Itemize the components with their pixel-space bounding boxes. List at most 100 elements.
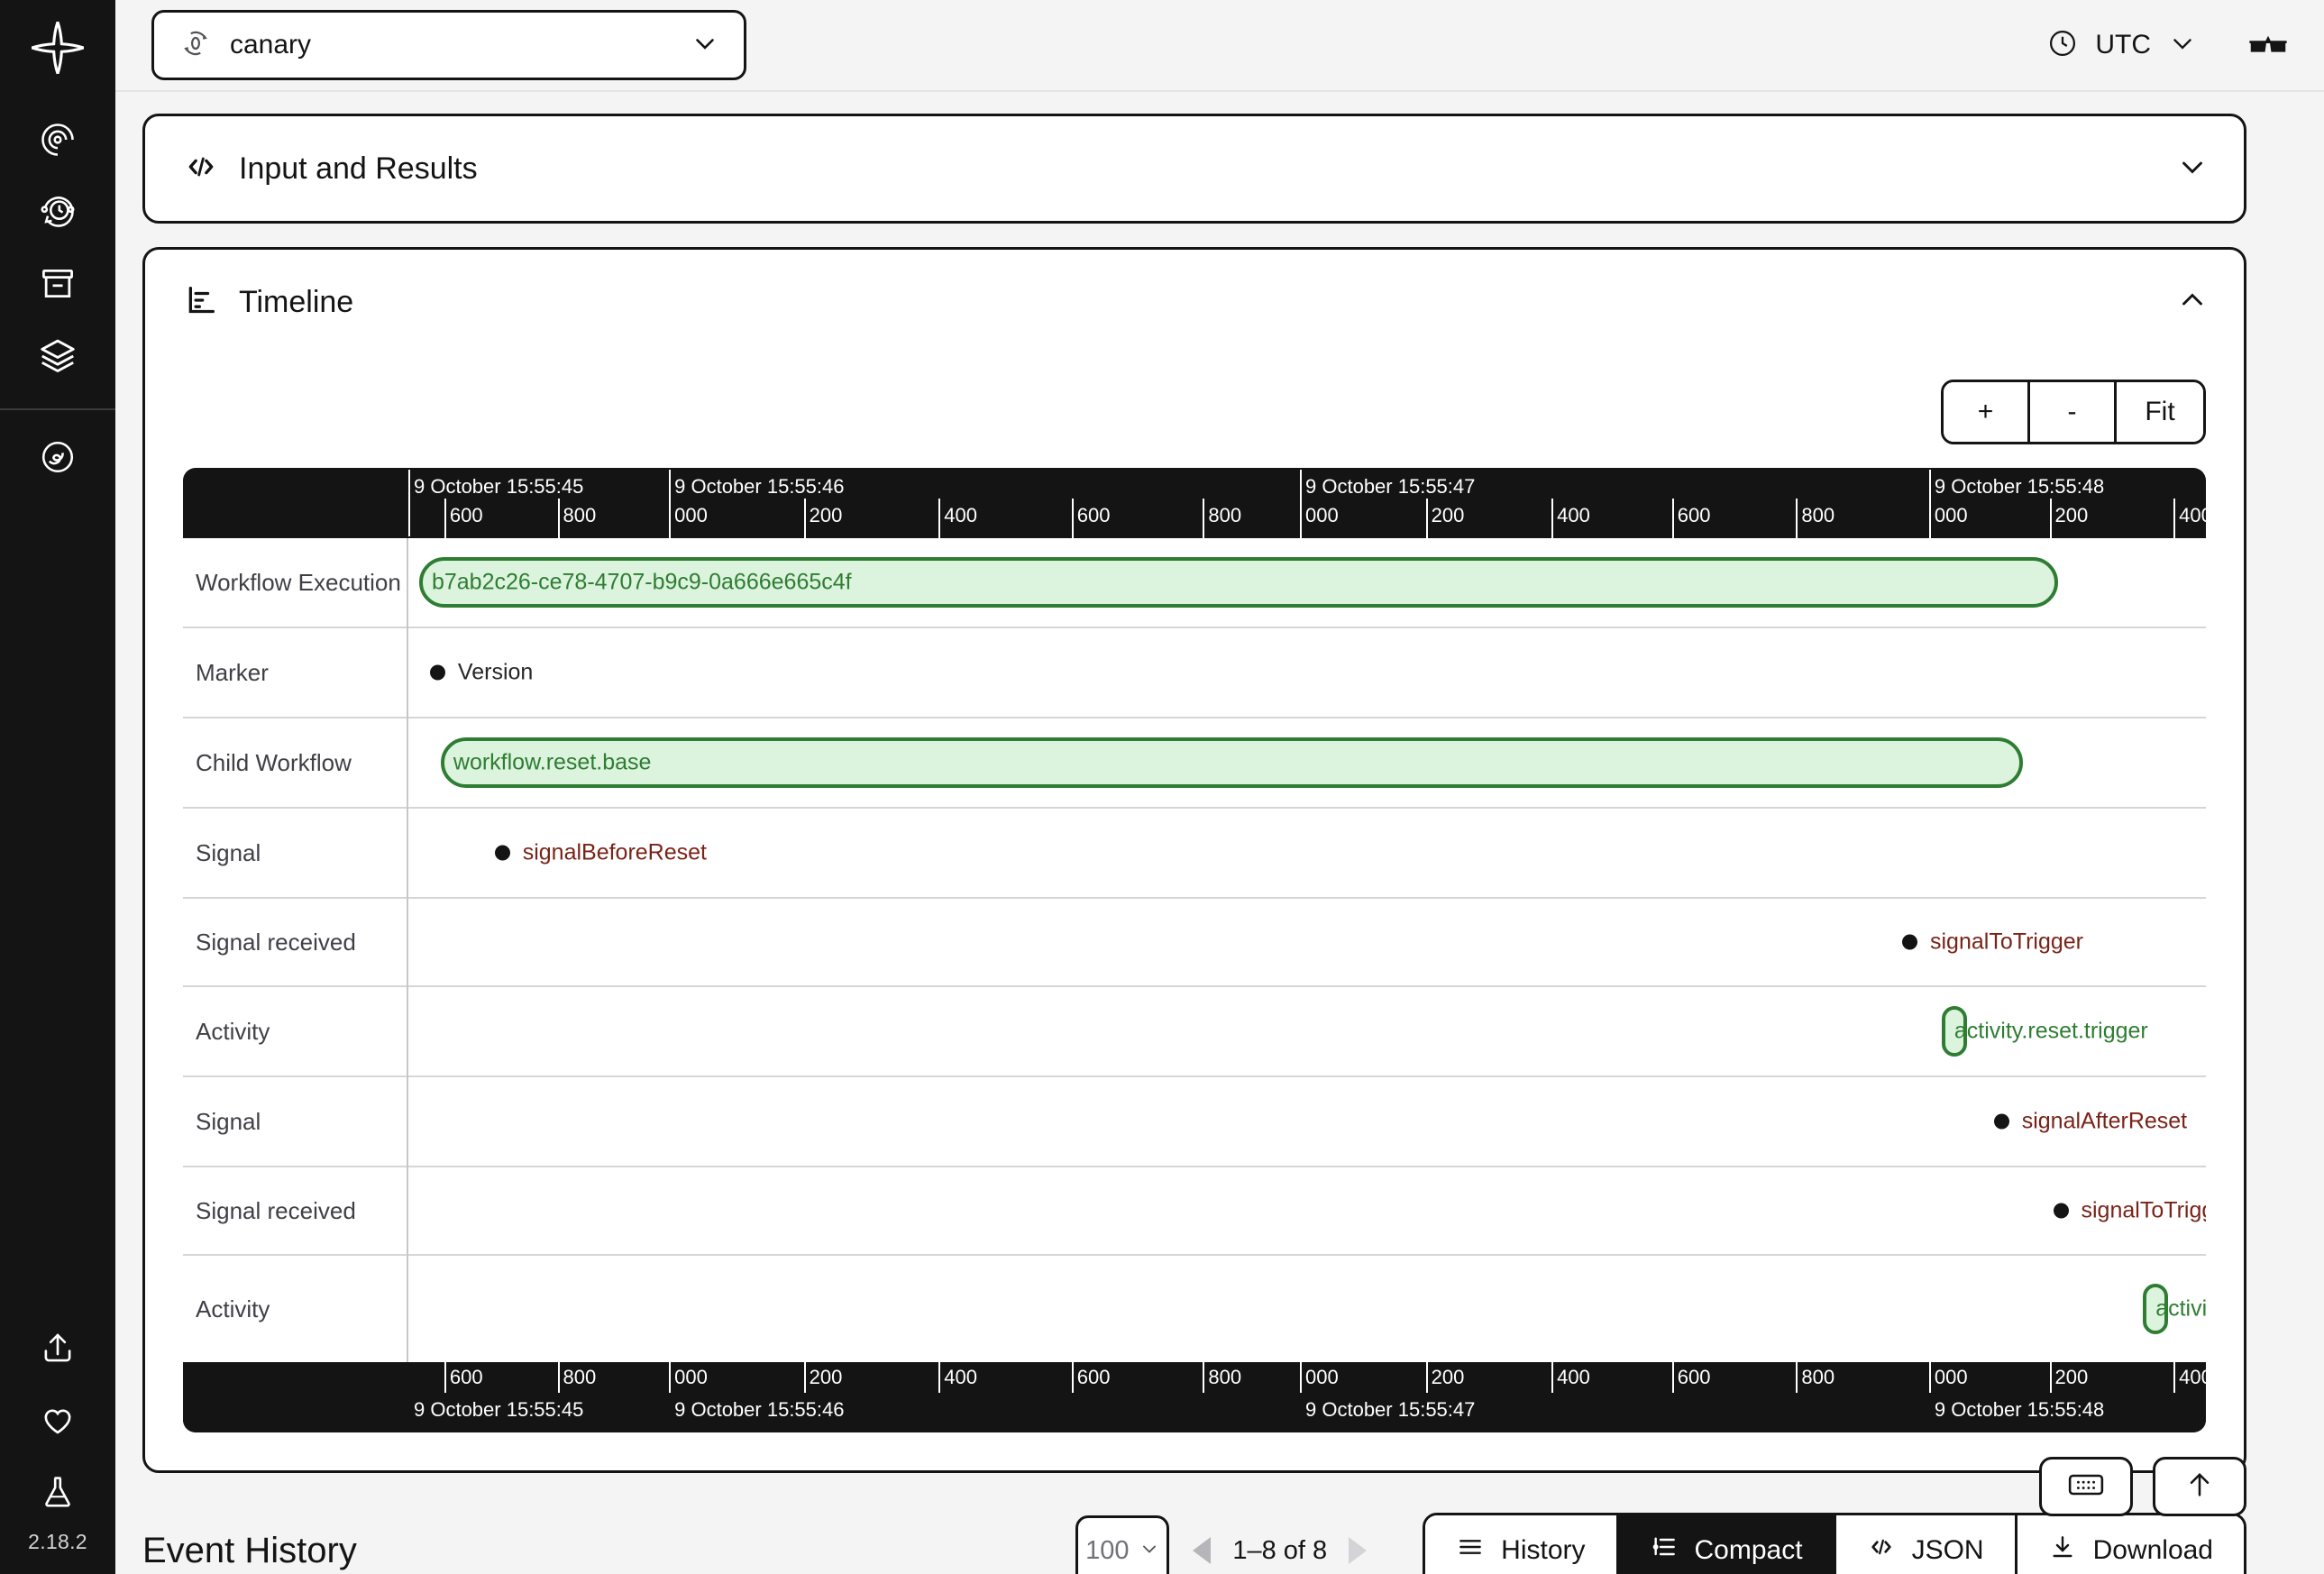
top-bar: canary UTC	[115, 0, 2324, 92]
batch-operations-icon	[37, 335, 78, 381]
gantt-point[interactable]: signalBeforeReset	[494, 840, 707, 866]
ruler-tick-label: 800	[563, 504, 597, 526]
gantt-tracks: b7ab2c26-ce78-4707-b9c9-0a666e665c4f Vers…	[408, 538, 2206, 1362]
gantt-point[interactable]: signalToTrigger	[2053, 1198, 2206, 1224]
scroll-top-button[interactable]	[2153, 1457, 2246, 1516]
ruler-tick-label: 000	[1934, 1366, 1968, 1388]
gantt-point-label: Version	[457, 659, 534, 685]
app-root: 2.18.2 canary UTC Input and Results Time…	[0, 0, 2324, 1574]
zoom-button-group: + - Fit	[1941, 380, 2206, 444]
main-area: canary UTC Input and Results Timeline + …	[115, 0, 2324, 1574]
gantt-point-label: signalToTrigger	[1930, 929, 2083, 955]
ruler-segment-label: 9 October 15:55:46	[674, 1398, 845, 1421]
ruler-tick-label: 200	[2054, 504, 2089, 526]
sidebar-item-nexus[interactable]	[0, 423, 115, 495]
gantt-bar-label: activity.reset.verify	[2155, 1295, 2206, 1322]
ruler-tick-label: 000	[1305, 1366, 1339, 1388]
timezone-select[interactable]: UTC	[2046, 27, 2198, 64]
ruler-segment-label: 9 October 15:55:47	[1305, 475, 1476, 498]
chevron-down-icon	[690, 28, 720, 63]
namespace-name: canary	[230, 30, 312, 59]
ruler-segment-label: 9 October 15:55:48	[1934, 475, 2105, 498]
keyboard-shortcuts-button[interactable]	[2039, 1457, 2133, 1516]
namespace-select[interactable]: canary	[151, 10, 746, 80]
gantt-row-label: Workflow Execution	[183, 538, 407, 628]
sidebar-item-labs[interactable]	[0, 1458, 115, 1530]
zoom-fit-button[interactable]: Fit	[2117, 382, 2203, 442]
compact-tree-icon	[1650, 1533, 1679, 1569]
timeline-body: + - Fit 9 October 15:55:45 9 October 15:5…	[145, 354, 2244, 1470]
archive-icon	[38, 264, 78, 308]
ruler-tick-label: 400	[1557, 504, 1590, 526]
sidebar-item-batch-operations[interactable]	[0, 322, 115, 394]
chevron-up-icon[interactable]	[2175, 283, 2210, 322]
zoom-out-button[interactable]: -	[2030, 382, 2117, 442]
event-history-controls: 100 1–8 of 8 History Compact JSON Downlo…	[1075, 1513, 2246, 1574]
chevron-down-icon[interactable]	[2175, 150, 2210, 188]
nightmode-toggle[interactable]	[2248, 28, 2288, 63]
sidebar-item-import[interactable]	[0, 1313, 115, 1386]
ruler-tick-label: 400	[2179, 504, 2206, 526]
gantt-chart: 9 October 15:55:45 9 October 15:55:46 9 Oc…	[183, 468, 2206, 1432]
code-brackets-icon	[183, 149, 219, 189]
gantt-row-label: Marker	[183, 628, 407, 718]
gantt-row-label: Signal	[183, 1077, 407, 1167]
tab-compact[interactable]: Compact	[1618, 1515, 1836, 1574]
gantt-bar-label: activity.reset.trigger	[1953, 1018, 2148, 1044]
ruler-tick-label: 200	[2054, 1366, 2089, 1388]
pagination-range: 1–8 of 8	[1232, 1535, 1328, 1565]
gantt-track: signalBeforeReset	[408, 809, 2206, 899]
gantt-point-dot	[2053, 1203, 2069, 1219]
gantt-track: activity.reset.verify	[408, 1256, 2206, 1362]
ruler-tick-label: 400	[944, 1366, 977, 1388]
content-area: Input and Results Timeline + - Fit 9 Oct…	[115, 92, 2324, 1574]
sidebar-item-workflows[interactable]	[0, 105, 115, 178]
page-size-select[interactable]: 100	[1075, 1515, 1170, 1574]
sidebar-item-schedules[interactable]	[0, 178, 115, 250]
gantt-row-label: Signal	[183, 809, 407, 899]
ruler-tick-label: 400	[2179, 1366, 2206, 1388]
ruler-tick-label: 600	[449, 1366, 483, 1388]
gantt-point-dot	[1993, 1113, 2009, 1130]
tab-compact-label: Compact	[1694, 1535, 1803, 1565]
ruler-tick-label: 200	[809, 504, 843, 526]
ruler-segment-label: 9 October 15:55:45	[414, 475, 584, 498]
sidebar-nav-bottom	[0, 1313, 115, 1530]
gantt-point[interactable]: Version	[429, 659, 534, 686]
triangle-left-icon[interactable]	[1193, 1537, 1212, 1564]
floating-buttons	[2039, 1457, 2246, 1516]
schedules-icon	[38, 192, 78, 236]
keyboard-icon	[2068, 1471, 2104, 1503]
sidebar-item-feedback[interactable]	[0, 1386, 115, 1458]
event-history-bar: Event History 100 1–8 of 8 History Compa…	[142, 1496, 2246, 1574]
sidebar-version: 2.18.2	[28, 1530, 87, 1553]
topbar-actions: UTC	[2046, 27, 2288, 64]
tab-history[interactable]: History	[1425, 1515, 1619, 1574]
tab-download[interactable]: Download	[2017, 1515, 2244, 1574]
gantt-row-labels: Workflow Execution Marker Child Workflow Si…	[183, 538, 408, 1362]
ruler-tick-label: 600	[449, 504, 483, 526]
tab-json[interactable]: JSON	[1835, 1515, 2017, 1574]
triangle-right-icon[interactable]	[1349, 1537, 1368, 1564]
gantt-bar-label: b7ab2c26-ce78-4707-b9c9-0a666e665c4f	[431, 569, 852, 595]
temporal-logo-icon[interactable]	[27, 17, 88, 78]
view-tabs: History Compact JSON Download	[1423, 1513, 2246, 1574]
input-results-header[interactable]: Input and Results	[145, 116, 2244, 221]
gantt-rows: Workflow Execution Marker Child Workflow Si…	[183, 538, 2206, 1362]
input-results-card: Input and Results	[142, 114, 2246, 224]
ruler-tick-label: 600	[1076, 504, 1111, 526]
timeline-chart-icon	[183, 282, 219, 323]
gantt-point[interactable]: signalToTrigger	[1902, 929, 2083, 956]
tab-history-label: History	[1501, 1535, 1586, 1565]
gantt-bar[interactable]	[440, 737, 2023, 788]
gantt-track: signalToTrigger	[408, 899, 2206, 987]
input-results-title: Input and Results	[239, 151, 478, 186]
ruler-tick-label: 800	[1801, 1366, 1835, 1388]
gantt-point-dot	[1902, 934, 1917, 950]
zoom-in-button[interactable]: +	[1944, 382, 2030, 442]
gantt-point[interactable]: signalAfterReset	[1993, 1109, 2187, 1135]
event-history-title: Event History	[142, 1530, 357, 1570]
chevron-down-icon	[2167, 28, 2198, 63]
sidebar-item-archive[interactable]	[0, 250, 115, 322]
timeline-header[interactable]: Timeline	[145, 250, 2244, 354]
